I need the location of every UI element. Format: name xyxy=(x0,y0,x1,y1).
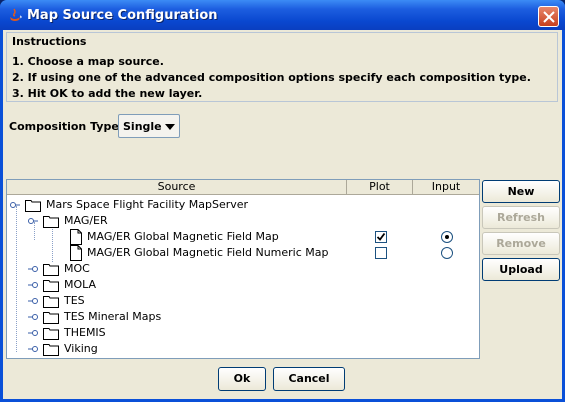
dialog-window: Map Source Configuration Instructions 1.… xyxy=(0,0,565,402)
tree-label-folder: THEMIS xyxy=(64,326,106,339)
composition-type-label: Composition Type: xyxy=(9,120,124,133)
plot-checkbox[interactable] xyxy=(375,247,387,259)
composition-type-dropdown[interactable]: Single xyxy=(118,114,180,138)
folder-icon xyxy=(43,280,59,292)
chevron-down-icon xyxy=(165,124,175,130)
column-header-input[interactable]: Input xyxy=(413,180,479,195)
document-icon xyxy=(70,229,82,245)
instructions-title: Instructions xyxy=(12,35,87,48)
input-radio[interactable] xyxy=(441,247,453,259)
window-title: Map Source Configuration xyxy=(27,8,218,23)
folder-icon xyxy=(25,200,41,212)
tree-collapsed-handle-icon[interactable] xyxy=(28,297,38,305)
composition-type-value: Single xyxy=(123,120,162,133)
tree-row-folder[interactable]: MOLA xyxy=(7,277,479,293)
java-icon xyxy=(7,7,23,23)
instruction-line-1: 1. Choose a map source. xyxy=(12,55,164,68)
tree-row-folder[interactable]: MOC xyxy=(7,261,479,277)
map-item-label: MAG/ER Global Magnetic Field Numeric Map xyxy=(87,246,329,259)
tree-label-folder: MOLA xyxy=(64,278,97,291)
column-header-plot[interactable]: Plot xyxy=(347,180,413,195)
instruction-line-3: 3. Hit OK to add the new layer. xyxy=(12,87,203,100)
close-icon xyxy=(543,11,555,23)
tree-collapsed-handle-icon[interactable] xyxy=(28,281,38,289)
new-button[interactable]: New xyxy=(482,180,560,203)
tree-row-folder[interactable]: THEMIS xyxy=(7,325,479,341)
dialog-content: Instructions 1. Choose a map source. 2. … xyxy=(3,30,562,399)
tree-label-folder: TES xyxy=(64,294,85,307)
table-header: Source Plot Input xyxy=(7,180,479,195)
tree-row-folder[interactable]: TES xyxy=(7,293,479,309)
tree-label-root: Mars Space Flight Facility MapServer xyxy=(46,198,249,211)
document-icon xyxy=(70,245,82,261)
table-row[interactable]: MAG/ER Global Magnetic Field Map xyxy=(7,229,479,245)
folder-icon xyxy=(43,264,59,276)
tree-expanded-handle-icon[interactable] xyxy=(10,201,20,209)
tree-label-folder: TES Mineral Maps xyxy=(64,310,162,323)
upload-button[interactable]: Upload xyxy=(482,258,560,281)
tree-row-folder[interactable]: TES Mineral Maps xyxy=(7,309,479,325)
close-button[interactable] xyxy=(538,6,559,27)
map-item-label: MAG/ER Global Magnetic Field Map xyxy=(87,230,279,243)
tree-label-folder: MOC xyxy=(64,262,90,275)
ok-button[interactable]: Ok xyxy=(218,367,266,391)
input-radio[interactable] xyxy=(441,231,453,243)
instruction-line-2: 2. If using one of the advanced composit… xyxy=(12,71,531,84)
map-source-table: Source Plot Input Mars Space Flight Faci… xyxy=(6,179,480,359)
folder-icon xyxy=(43,344,59,356)
refresh-button[interactable]: Refresh xyxy=(482,206,560,229)
tree-collapsed-handle-icon[interactable] xyxy=(28,313,38,321)
remove-button[interactable]: Remove xyxy=(482,232,560,255)
tree-expanded-handle-icon[interactable] xyxy=(28,217,38,225)
tree-row-group[interactable]: MAG/ER xyxy=(7,213,479,229)
folder-icon xyxy=(43,328,59,340)
radio-selected-dot xyxy=(445,235,449,239)
folder-icon xyxy=(43,216,59,228)
tree-label-group: MAG/ER xyxy=(64,214,108,227)
tree-collapsed-handle-icon[interactable] xyxy=(28,265,38,273)
checkmark-icon xyxy=(376,232,386,241)
tree-row-root[interactable]: Mars Space Flight Facility MapServer xyxy=(7,197,479,213)
plot-checkbox[interactable] xyxy=(375,231,387,243)
tree-row-folder[interactable]: Viking xyxy=(7,341,479,357)
tree-label-folder: Viking xyxy=(64,342,98,355)
folder-icon xyxy=(43,296,59,308)
title-bar[interactable]: Map Source Configuration xyxy=(0,0,565,30)
tree-collapsed-handle-icon[interactable] xyxy=(28,329,38,337)
folder-icon xyxy=(43,312,59,324)
instructions-panel: Instructions 1. Choose a map source. 2. … xyxy=(6,32,558,102)
column-header-source[interactable]: Source xyxy=(7,180,347,195)
cancel-button[interactable]: Cancel xyxy=(273,367,345,391)
tree-collapsed-handle-icon[interactable] xyxy=(28,345,38,353)
table-row[interactable]: MAG/ER Global Magnetic Field Numeric Map xyxy=(7,245,479,261)
